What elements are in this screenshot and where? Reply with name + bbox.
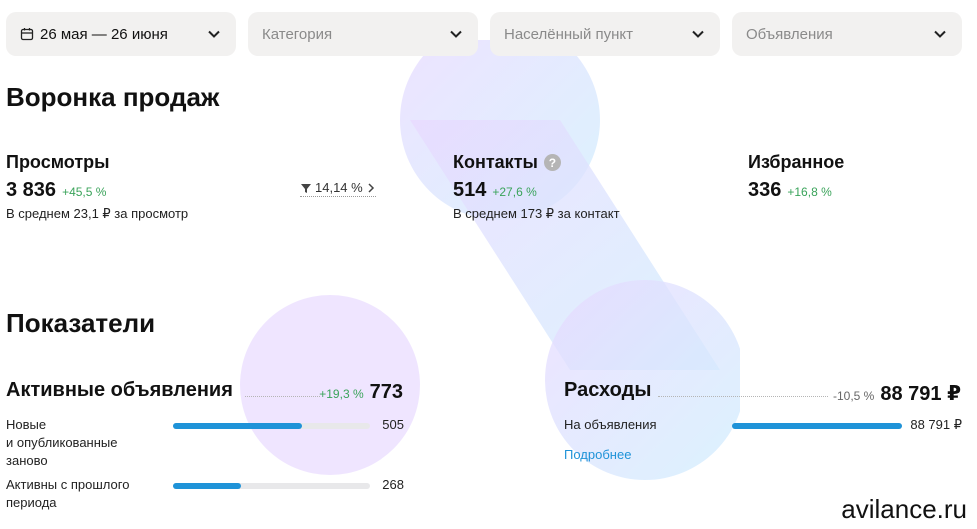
indicators-heading: Показатели [6, 308, 156, 338]
expenses-delta: -10,5 % [832, 389, 875, 403]
favorites-metric: Избранное 336 +16,8 % [748, 152, 844, 202]
expenses-title: Расходы [564, 379, 652, 401]
contacts-value: 514 [453, 179, 487, 201]
ads-expense-label: На объявления [564, 417, 657, 432]
prev-active-bar-fill [173, 483, 242, 489]
views-value: 3 836 [6, 179, 57, 201]
calendar-icon [20, 28, 34, 41]
favorites-value: 336 [748, 179, 782, 201]
views-metric: Просмотры 3 836 +45,5 % В среднем 23,1 ₽… [6, 152, 188, 222]
expenses-total: 88 791 ₽ [880, 383, 961, 405]
contacts-delta: +27,6 % [492, 185, 537, 199]
filter-funnel-icon [301, 183, 311, 193]
date-range-filter[interactable]: 26 мая — 26 июня [6, 12, 236, 56]
contacts-metric: Контакты ? 514 +27,6 % В среднем 173 ₽ з… [453, 152, 620, 222]
ads-expense-value: 88 791 ₽ [910, 417, 962, 432]
views-delta: +45,5 % [62, 185, 107, 199]
new-ads-bar [173, 423, 370, 429]
chevron-down-icon [934, 30, 946, 38]
dotted-leader [245, 396, 320, 397]
watermark-graphic [240, 40, 740, 480]
views-title: Просмотры [6, 152, 110, 172]
conversion-link[interactable]: 14,14 % [300, 180, 376, 197]
contacts-sub: В среднем 173 ₽ за контакт [453, 206, 620, 221]
ads-expense-bar [732, 423, 902, 429]
funnel-heading: Воронка продаж [6, 82, 220, 112]
new-ads-value: 505 [382, 417, 404, 432]
active-ads-delta: +19,3 % [319, 387, 364, 401]
ads-filter[interactable]: Объявления [732, 12, 962, 56]
conversion-value: 14,14 % [315, 180, 363, 195]
new-ads-bar-fill [173, 423, 302, 429]
dotted-leader [658, 396, 828, 397]
prev-active-label: Активны с прошлого периода [6, 477, 130, 510]
locality-label: Населённый пункт [504, 25, 634, 43]
active-ads-total: 773 [369, 381, 403, 403]
active-ads-title: Активные объявления [6, 379, 233, 401]
ads-expense-bar-fill [732, 423, 902, 429]
chevron-right-icon [368, 182, 374, 193]
prev-active-value: 268 [382, 477, 404, 492]
ads-label: Объявления [746, 25, 833, 43]
category-label: Категория [262, 25, 333, 43]
expenses-summary: -10,5 % 88 791 ₽ [833, 381, 961, 406]
favorites-title: Избранное [748, 152, 845, 172]
locality-filter[interactable]: Населённый пункт [490, 12, 720, 56]
date-range-label: 26 мая — 26 июня [40, 25, 168, 43]
chevron-down-icon [692, 30, 704, 38]
contacts-title: Контакты [453, 152, 538, 172]
favorites-delta: +16,8 % [787, 185, 832, 199]
chevron-down-icon [208, 30, 220, 38]
chevron-down-icon [450, 30, 462, 38]
prev-active-bar [173, 483, 370, 489]
new-ads-label: Новые и опубликованные заново [6, 417, 118, 468]
help-icon[interactable]: ? [543, 154, 561, 171]
active-ads-summary: +19,3 % 773 [319, 381, 403, 404]
category-filter[interactable]: Категория [248, 12, 478, 56]
more-details-link[interactable]: Подробнее [564, 447, 631, 462]
views-sub: В среднем 23,1 ₽ за просмотр [6, 206, 189, 221]
filters-bar: 26 мая — 26 июня Категория Населённый пу… [6, 12, 962, 56]
brand-watermark-text: avilance.ru [841, 494, 967, 524]
